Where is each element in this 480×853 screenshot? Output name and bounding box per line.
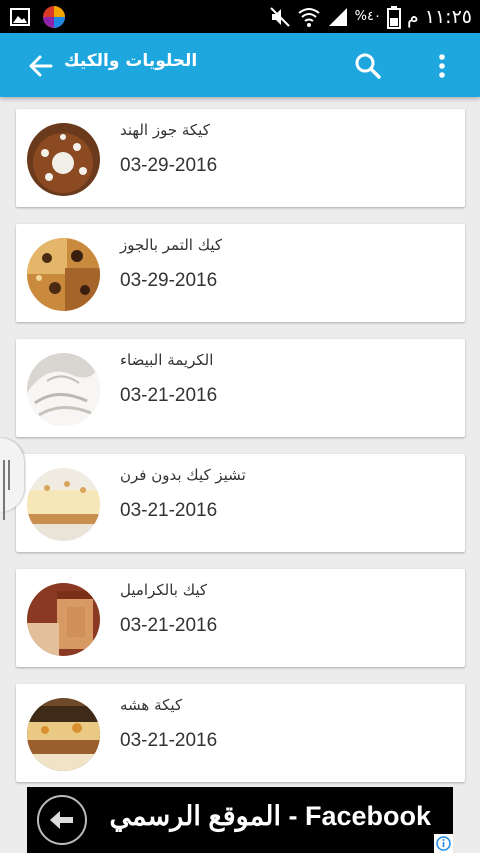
item-thumbnail bbox=[27, 698, 100, 771]
app-bar: الحلويات والكيك bbox=[0, 33, 480, 97]
list-item[interactable]: كيك بالكراميل 03-21-2016 bbox=[16, 569, 465, 667]
ad-text[interactable]: Facebook - الموقع الرسمي bbox=[110, 801, 431, 832]
battery-percent: %٤٠ bbox=[354, 9, 381, 24]
item-title: كيك التمر بالجوز bbox=[120, 236, 223, 254]
adchoices-info-icon[interactable] bbox=[434, 834, 453, 853]
list-item[interactable]: تشيز كيك بدون فرن 03-21-2016 bbox=[16, 454, 465, 552]
item-title: تشيز كيك بدون فرن bbox=[120, 466, 246, 484]
list-item[interactable]: كيك التمر بالجوز 03-29-2016 bbox=[16, 224, 465, 322]
ad-banner[interactable]: Facebook - الموقع الرسمي bbox=[27, 787, 453, 853]
list-item[interactable]: كيكة جوز الهند 03-29-2016 bbox=[16, 109, 465, 207]
item-thumbnail bbox=[27, 468, 100, 541]
item-date: 03-29-2016 bbox=[120, 270, 218, 291]
item-title: كيك بالكراميل bbox=[120, 581, 208, 599]
overflow-menu-icon[interactable] bbox=[432, 51, 452, 81]
item-date: 03-21-2016 bbox=[120, 730, 218, 751]
app-logo-icon bbox=[43, 6, 65, 28]
item-thumbnail bbox=[27, 123, 100, 196]
back-arrow-icon[interactable] bbox=[26, 51, 56, 81]
list-item[interactable]: الكريمة البيضاء 03-21-2016 bbox=[16, 339, 465, 437]
item-date: 03-21-2016 bbox=[120, 615, 218, 636]
list-item[interactable]: كيكة هشه 03-21-2016 bbox=[16, 684, 465, 782]
gallery-icon bbox=[10, 8, 30, 26]
battery-icon bbox=[386, 5, 401, 29]
mute-icon bbox=[269, 6, 290, 27]
item-title: كيكة جوز الهند bbox=[120, 121, 210, 139]
item-thumbnail bbox=[27, 353, 100, 426]
arrow-left-circle-icon[interactable] bbox=[37, 795, 87, 845]
item-title: الكريمة البيضاء bbox=[120, 351, 214, 369]
drag-handle-icon bbox=[3, 460, 17, 520]
item-date: 03-21-2016 bbox=[120, 385, 218, 406]
search-icon[interactable] bbox=[354, 52, 382, 80]
status-bar: %٤٠ ١١:٢٥ م bbox=[0, 0, 480, 33]
page-title: الحلويات والكيك bbox=[64, 51, 198, 71]
item-date: 03-29-2016 bbox=[120, 155, 218, 176]
item-thumbnail bbox=[27, 583, 100, 656]
item-title: كيكة هشه bbox=[120, 696, 183, 714]
signal-icon bbox=[328, 7, 347, 26]
item-date: 03-21-2016 bbox=[120, 500, 218, 521]
clock: ١١:٢٥ م bbox=[406, 5, 472, 28]
wifi-icon bbox=[298, 7, 320, 27]
recipe-list: كيكة جوز الهند 03-29-2016 كيك التمر بالج… bbox=[16, 109, 465, 799]
item-thumbnail bbox=[27, 238, 100, 311]
